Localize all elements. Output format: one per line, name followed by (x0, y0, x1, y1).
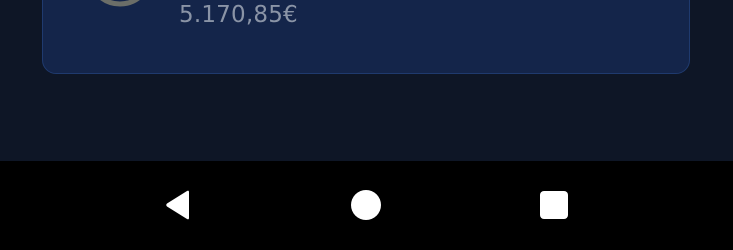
system-navigation-bar (0, 161, 733, 250)
progress-ring-icon (84, 0, 156, 19)
account-balance-amount: 5.170,85€ (179, 2, 298, 28)
app-content-area: 5.170,85€ (0, 0, 733, 161)
triangle-back-icon (163, 189, 193, 221)
back-button[interactable] (154, 183, 202, 227)
account-balance-card[interactable]: 5.170,85€ (42, 0, 690, 74)
recents-button[interactable] (530, 183, 578, 227)
circle-home-icon (350, 189, 382, 221)
square-recents-icon (539, 190, 569, 220)
phone-screen: 5.170,85€ (0, 0, 733, 250)
home-button[interactable] (342, 183, 390, 227)
